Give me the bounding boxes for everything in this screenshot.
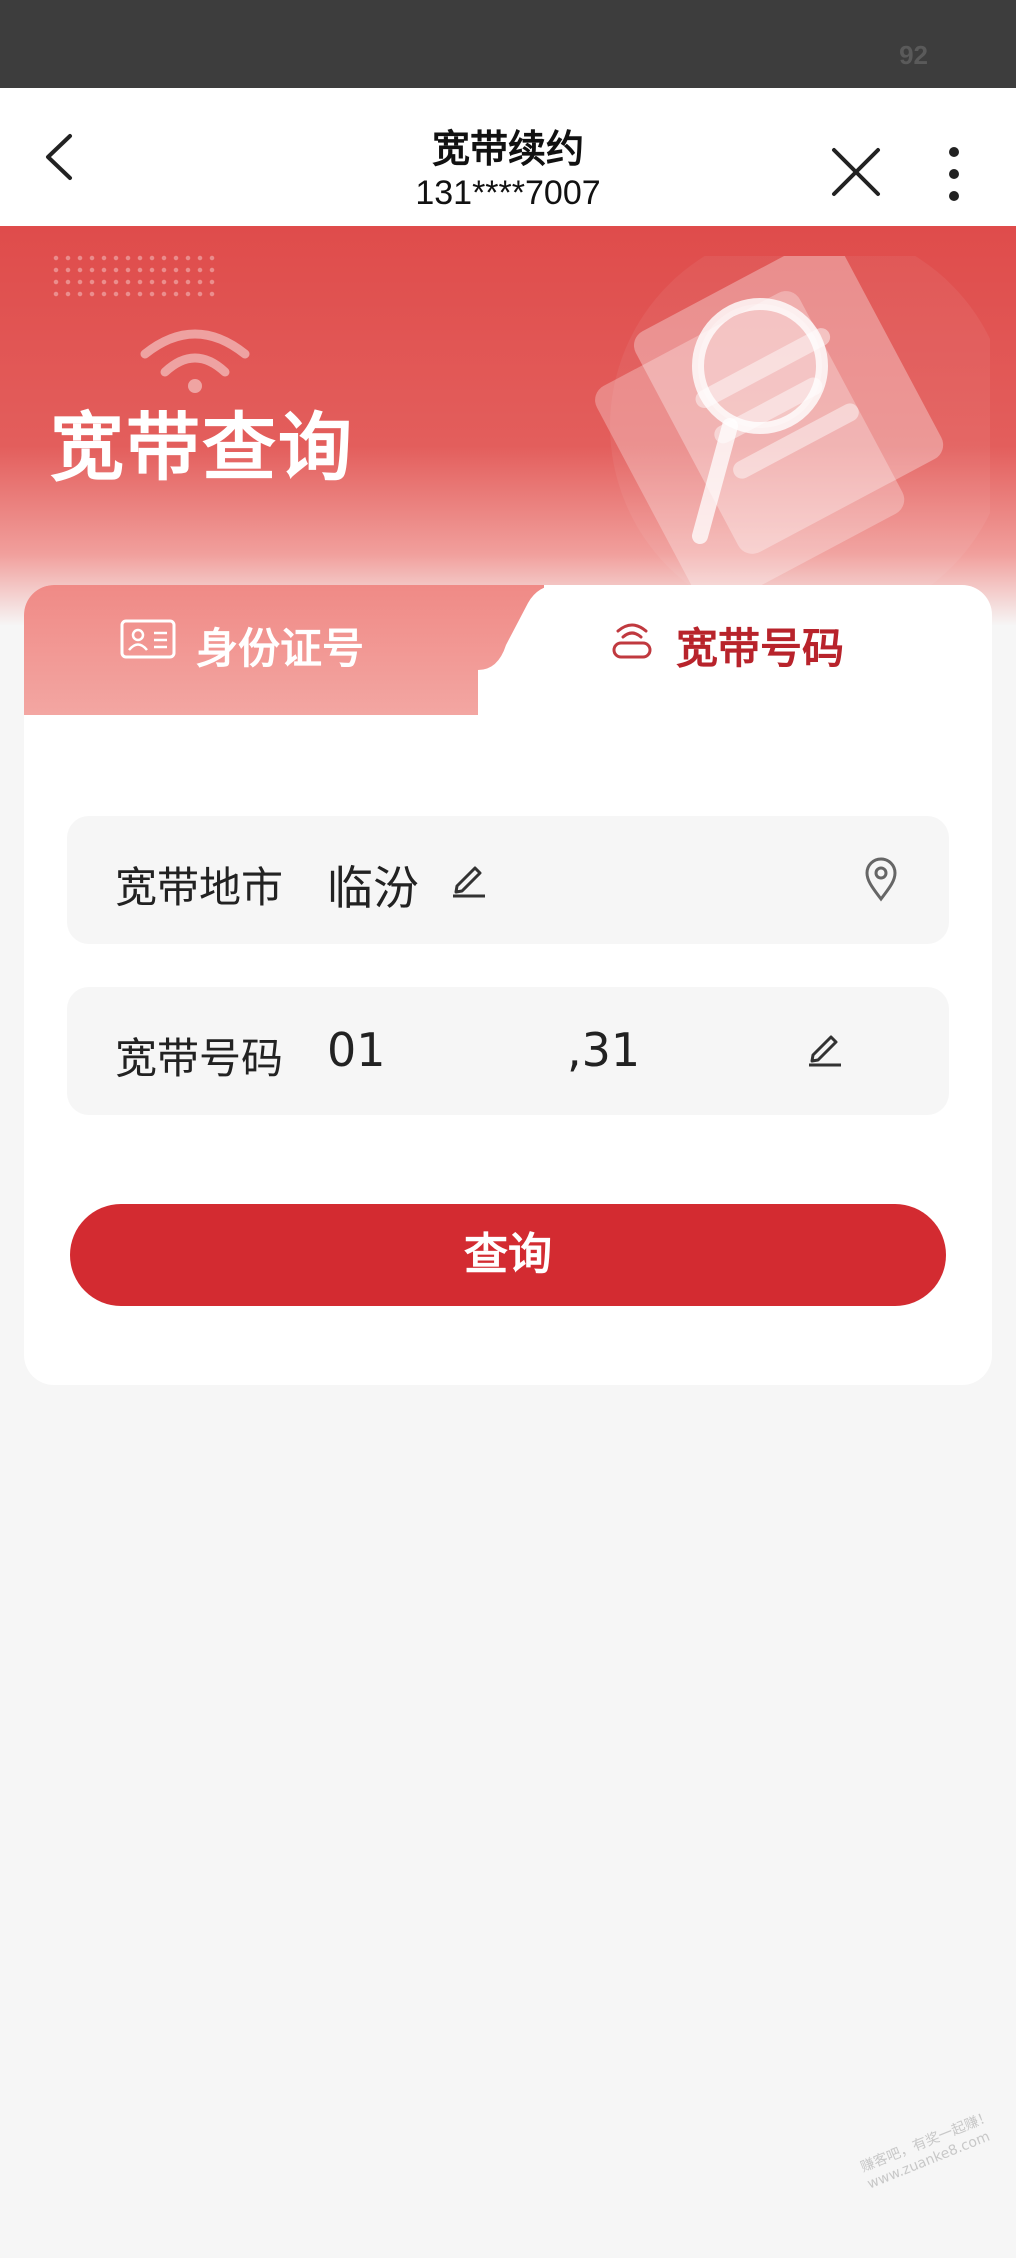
city-field[interactable]: 宽带地市 临汾 xyxy=(67,816,949,944)
tab-id-number[interactable]: 身份证号 xyxy=(24,585,544,715)
tab-broadband-number[interactable]: 宽带号码 xyxy=(500,585,992,695)
close-icon[interactable] xyxy=(826,142,886,202)
status-indicator: 92 xyxy=(899,40,928,70)
watermark: 赚客吧，有奖一起赚！ www.zuanke8.com xyxy=(858,2108,1001,2194)
banner-title: 宽带查询 xyxy=(50,405,354,491)
edit-icon[interactable] xyxy=(805,1027,845,1067)
broadband-number-value-end: ,31 xyxy=(567,1023,641,1077)
broadband-icon xyxy=(612,623,652,659)
location-pin-icon[interactable] xyxy=(863,856,899,902)
city-value: 临汾 xyxy=(327,861,419,915)
broadband-number-value-start: 01 xyxy=(327,1023,386,1077)
dot-pattern xyxy=(50,252,220,298)
city-label: 宽带地市 xyxy=(115,863,284,912)
query-button[interactable]: 查询 xyxy=(70,1204,946,1306)
edit-icon[interactable] xyxy=(449,858,489,898)
document-search-illustration xyxy=(595,256,990,586)
wifi-icon xyxy=(140,329,250,393)
tab-id-number-label: 身份证号 xyxy=(196,624,365,673)
tab-broadband-number-label: 宽带号码 xyxy=(676,624,845,673)
id-card-icon xyxy=(120,619,176,659)
more-icon[interactable] xyxy=(934,144,974,204)
banner: 宽带查询 xyxy=(0,226,1016,626)
broadband-number-field[interactable]: 宽带号码 01 ,31 xyxy=(67,987,949,1115)
status-bar: 92 xyxy=(0,0,1016,88)
nav-bar: 宽带续约 131****7007 xyxy=(0,88,1016,226)
broadband-number-label: 宽带号码 xyxy=(115,1034,284,1083)
